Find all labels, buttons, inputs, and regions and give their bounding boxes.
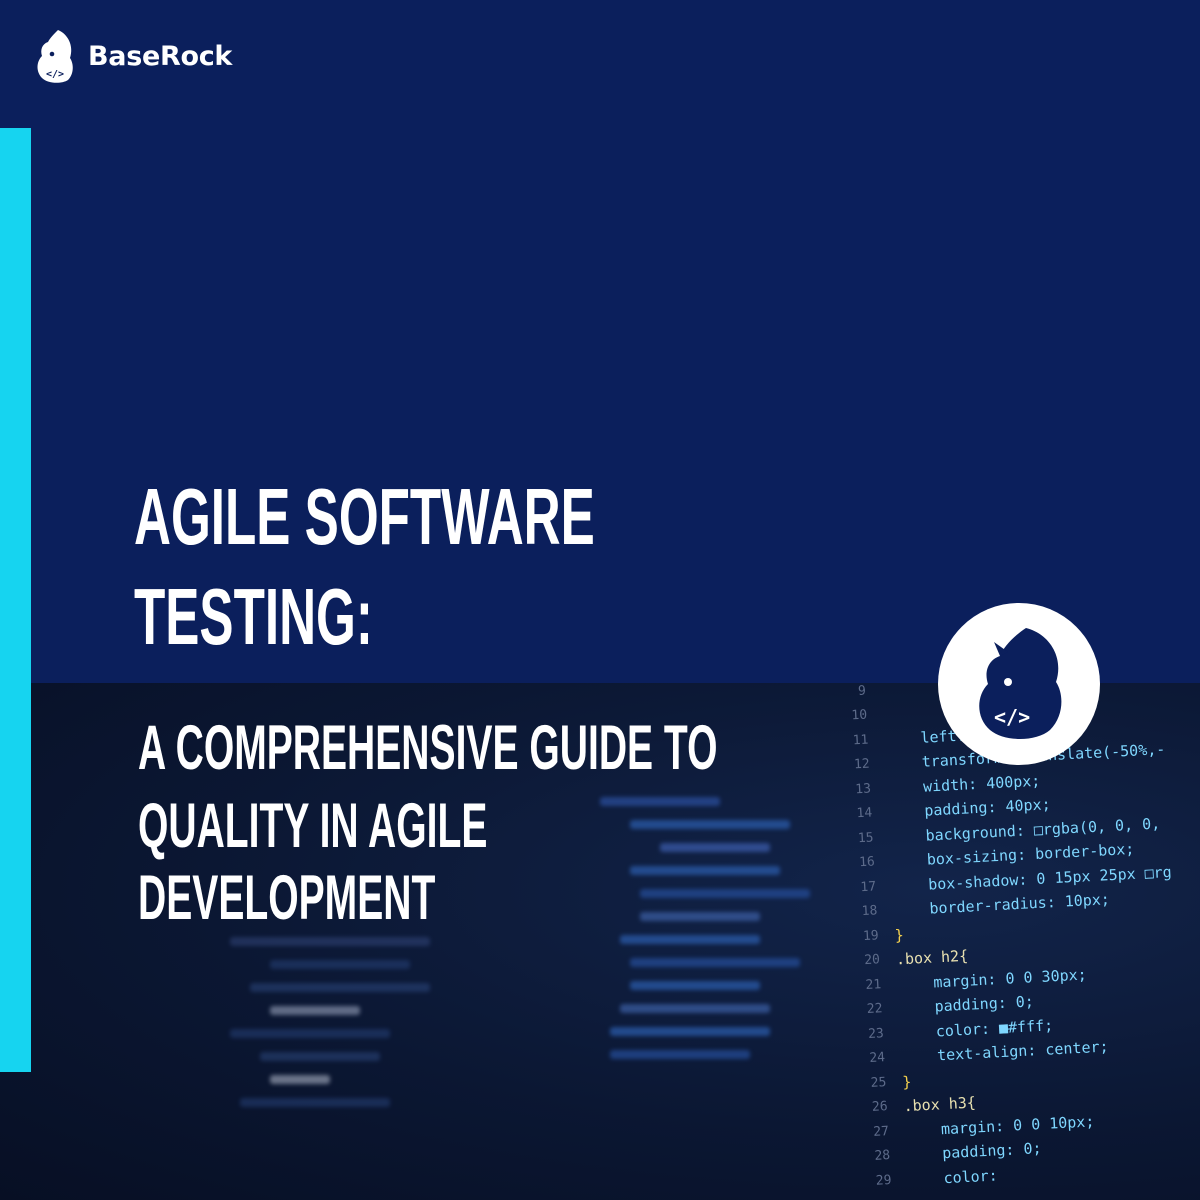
- line-number: 24: [869, 1050, 886, 1066]
- subtitle-line-3: DEVELOPMENT: [138, 863, 436, 933]
- page-title-line-1: AGILE SOFTWARE: [134, 472, 595, 561]
- line-number: 23: [867, 1025, 885, 1042]
- svg-text:</>: </>: [994, 705, 1030, 729]
- line-number: 29: [875, 1172, 892, 1189]
- line-number: 10: [851, 707, 868, 724]
- blurred-code-block: [600, 783, 810, 1073]
- code-text: color:: [907, 1165, 999, 1189]
- line-number: 26: [871, 1099, 889, 1115]
- line-number: 14: [856, 805, 873, 822]
- svg-text:</>: </>: [46, 69, 64, 80]
- squirrel-code-icon: </>: [979, 628, 1062, 739]
- line-number: 20: [863, 952, 881, 969]
- line-number: 13: [854, 781, 872, 797]
- squirrel-code-icon: </>: [37, 30, 73, 83]
- blurred-code-block: [230, 923, 490, 1121]
- code-text: }: [894, 925, 905, 944]
- subtitle-line-1: A COMPREHENSIVE GUIDE TO: [138, 713, 718, 783]
- line-number: 11: [852, 732, 869, 748]
- brand-name: BaseRock: [88, 40, 233, 72]
- banner: 8.bte;91011 left:12 transform: translate…: [0, 0, 1200, 1200]
- brand-header: </> BaseRock: [34, 28, 232, 84]
- accent-bar: [0, 128, 31, 1072]
- line-number: 15: [857, 829, 874, 846]
- line-number: 16: [858, 854, 876, 871]
- line-number: 22: [866, 1001, 883, 1018]
- line-number: 28: [874, 1148, 891, 1164]
- subtitle-line-2: QUALITY IN AGILE: [138, 791, 488, 861]
- circle-logo: </>: [938, 603, 1100, 765]
- line-number: 19: [862, 927, 880, 944]
- line-number: 18: [861, 903, 878, 920]
- code-text: }: [901, 1072, 912, 1091]
- line-number: 25: [870, 1074, 887, 1091]
- page-title-line-2: TESTING:: [134, 572, 373, 661]
- line-number: 27: [872, 1123, 890, 1140]
- line-number: 12: [853, 756, 871, 773]
- line-number: 17: [860, 878, 877, 895]
- line-number: 21: [865, 976, 882, 993]
